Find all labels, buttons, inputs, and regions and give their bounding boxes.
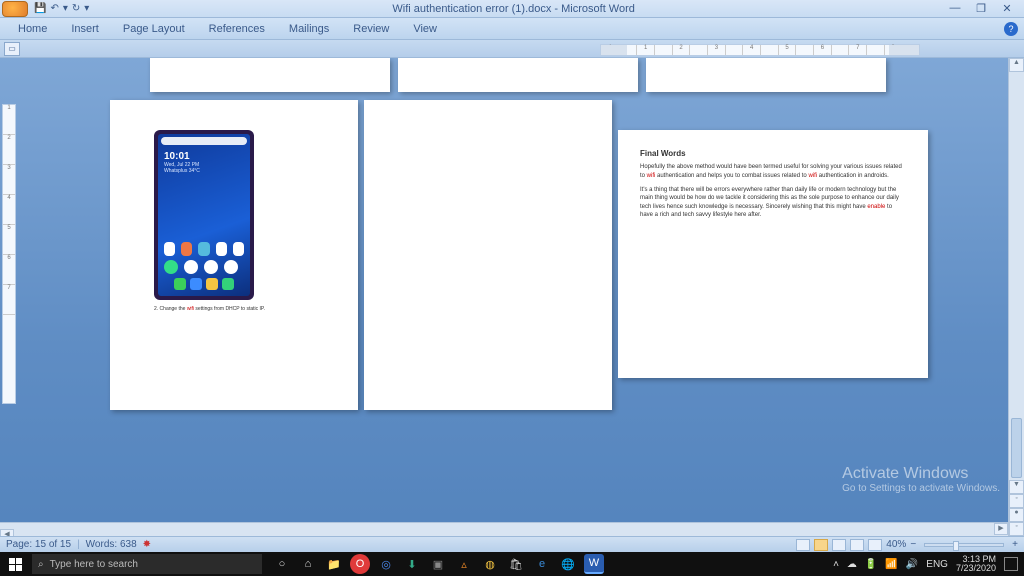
title-bar: 💾 ↶ ▾ ↻ ▾ Wifi authentication error (1).… <box>0 0 1024 18</box>
phone-clock: 10:01 <box>164 151 250 162</box>
save-icon[interactable]: 💾 <box>34 3 46 14</box>
window-title: Wifi authentication error (1).docx - Mic… <box>89 3 938 15</box>
clock[interactable]: 3:13 PM 7/23/2020 <box>956 555 996 573</box>
cortana-icon[interactable]: ○ <box>272 554 292 574</box>
scrollbar-horizontal[interactable]: ◀ ▶ <box>0 522 1008 536</box>
taskbar: ⌕ Type here to search ○ ⌂ 📁 O ◎ ⬇ ▣ ▵ ◍ … <box>0 552 1024 576</box>
ribbon-tabs: Home Insert Page Layout References Maili… <box>0 18 1024 40</box>
ruler-vertical[interactable]: 12 34 56 7 <box>2 104 16 404</box>
maximize-button[interactable]: ❐ <box>974 2 988 15</box>
view-outline-button[interactable] <box>850 539 864 551</box>
phone-screenshot: 10:01 Wed, Jul 22 PM Whatsplus 34°C <box>154 130 254 300</box>
tab-insert[interactable]: Insert <box>59 19 111 39</box>
edge-legacy-icon[interactable]: e <box>532 554 552 574</box>
zoom-level[interactable]: 40% <box>886 539 906 550</box>
zoom-slider[interactable] <box>924 543 1004 547</box>
file-explorer-icon[interactable]: 📁 <box>324 554 344 574</box>
ruler-horizontal[interactable]: 1 1 2 3 4 5 6 7 8 <box>600 44 920 56</box>
battery-icon[interactable]: 🔋 <box>865 559 877 570</box>
prev-page-icon[interactable]: ◦ <box>1009 494 1024 508</box>
page-15[interactable]: Final Words Hopefully the above method w… <box>618 130 928 378</box>
tray-overflow-icon[interactable]: ˄ <box>833 559 839 570</box>
word-icon[interactable]: W <box>584 554 604 574</box>
tab-references[interactable]: References <box>197 19 277 39</box>
wifi-icon[interactable]: 📶 <box>885 559 897 570</box>
zoom-in-button[interactable]: + <box>1012 539 1018 550</box>
view-full-screen-button[interactable] <box>814 539 828 551</box>
tab-mailings[interactable]: Mailings <box>277 19 341 39</box>
scrollbar-vertical[interactable]: ▲ ▼ ◦ ● ◦ <box>1008 58 1024 536</box>
next-page-icon[interactable]: ◦ <box>1009 522 1024 536</box>
page-fragment[interactable] <box>646 58 886 92</box>
chrome-canary-icon[interactable]: ◍ <box>480 554 500 574</box>
task-view-icon[interactable]: ⌂ <box>298 554 318 574</box>
activate-windows-watermark: Activate Windows Go to Settings to activ… <box>842 465 1000 494</box>
zoom-out-button[interactable]: − <box>910 539 916 550</box>
onedrive-icon[interactable]: ☁ <box>847 559 857 570</box>
page-blank[interactable] <box>364 100 612 410</box>
status-page[interactable]: Page: 15 of 15 <box>6 539 71 550</box>
view-web-layout-button[interactable] <box>832 539 846 551</box>
minimize-button[interactable]: — <box>948 2 962 15</box>
system-tray: ˄ ☁ 🔋 📶 🔊 ENG 3:13 PM 7/23/2020 <box>827 555 1024 573</box>
page-fragment[interactable] <box>398 58 638 92</box>
proofing-icon[interactable]: ✸ <box>143 539 151 550</box>
document-workspace[interactable]: 12 34 56 7 10:01 Wed, Jul 22 PM Whatsplu… <box>0 58 1024 536</box>
undo-icon[interactable]: ↶ <box>50 3 58 14</box>
tab-page-layout[interactable]: Page Layout <box>111 19 197 39</box>
scroll-up-icon[interactable]: ▲ <box>1009 58 1024 72</box>
paragraph: Hopefully the above method would have be… <box>640 163 906 180</box>
heading-final-words: Final Words <box>640 148 906 159</box>
view-print-layout-button[interactable] <box>796 539 810 551</box>
tab-review[interactable]: Review <box>341 19 401 39</box>
tab-view[interactable]: View <box>401 19 449 39</box>
search-placeholder: Type here to search <box>50 559 138 570</box>
tab-home[interactable]: Home <box>6 19 59 39</box>
help-icon[interactable]: ? <box>1004 22 1018 36</box>
paragraph: It's a thing that there will be errors e… <box>640 186 906 220</box>
opera-icon[interactable]: O <box>350 554 370 574</box>
volume-icon[interactable]: 🔊 <box>906 559 918 570</box>
app-icon[interactable]: ▣ <box>428 554 448 574</box>
page-14[interactable]: 10:01 Wed, Jul 22 PM Whatsplus 34°C 2. C… <box>110 100 358 410</box>
page-fragment[interactable] <box>150 58 390 92</box>
scroll-thumb[interactable] <box>1011 418 1022 478</box>
close-button[interactable]: ✕ <box>1000 2 1014 15</box>
scroll-left-icon[interactable]: ◀ <box>0 529 14 536</box>
status-bar: Page: 15 of 15 | Words: 638 ✸ 40% − + <box>0 536 1024 552</box>
chrome-icon[interactable]: ◎ <box>376 554 396 574</box>
search-icon: ⌕ <box>38 559 44 570</box>
start-button[interactable] <box>0 552 30 576</box>
office-button[interactable] <box>2 1 28 17</box>
quick-access-toolbar: 💾 ↶ ▾ ↻ ▾ <box>34 3 89 14</box>
edge-icon[interactable]: 🌐 <box>558 554 578 574</box>
scroll-right-icon[interactable]: ▶ <box>994 523 1008 535</box>
figure-caption: 2. Change the wifi settings from DHCP to… <box>154 306 265 312</box>
scroll-down-icon[interactable]: ▼ <box>1009 480 1024 494</box>
search-box[interactable]: ⌕ Type here to search <box>32 554 262 574</box>
windows-logo-icon <box>9 558 22 571</box>
action-center-icon[interactable] <box>1004 557 1018 571</box>
reading-layout-button[interactable]: ▭ <box>4 42 20 56</box>
language-indicator[interactable]: ENG <box>926 559 948 570</box>
status-words[interactable]: Words: 638 <box>86 539 137 550</box>
browse-object-icon[interactable]: ● <box>1009 508 1024 522</box>
store-icon[interactable]: 🛍 <box>506 554 526 574</box>
redo-icon[interactable]: ↻ <box>72 3 80 14</box>
view-draft-button[interactable] <box>868 539 882 551</box>
download-manager-icon[interactable]: ⬇ <box>402 554 422 574</box>
vlc-icon[interactable]: ▵ <box>454 554 474 574</box>
